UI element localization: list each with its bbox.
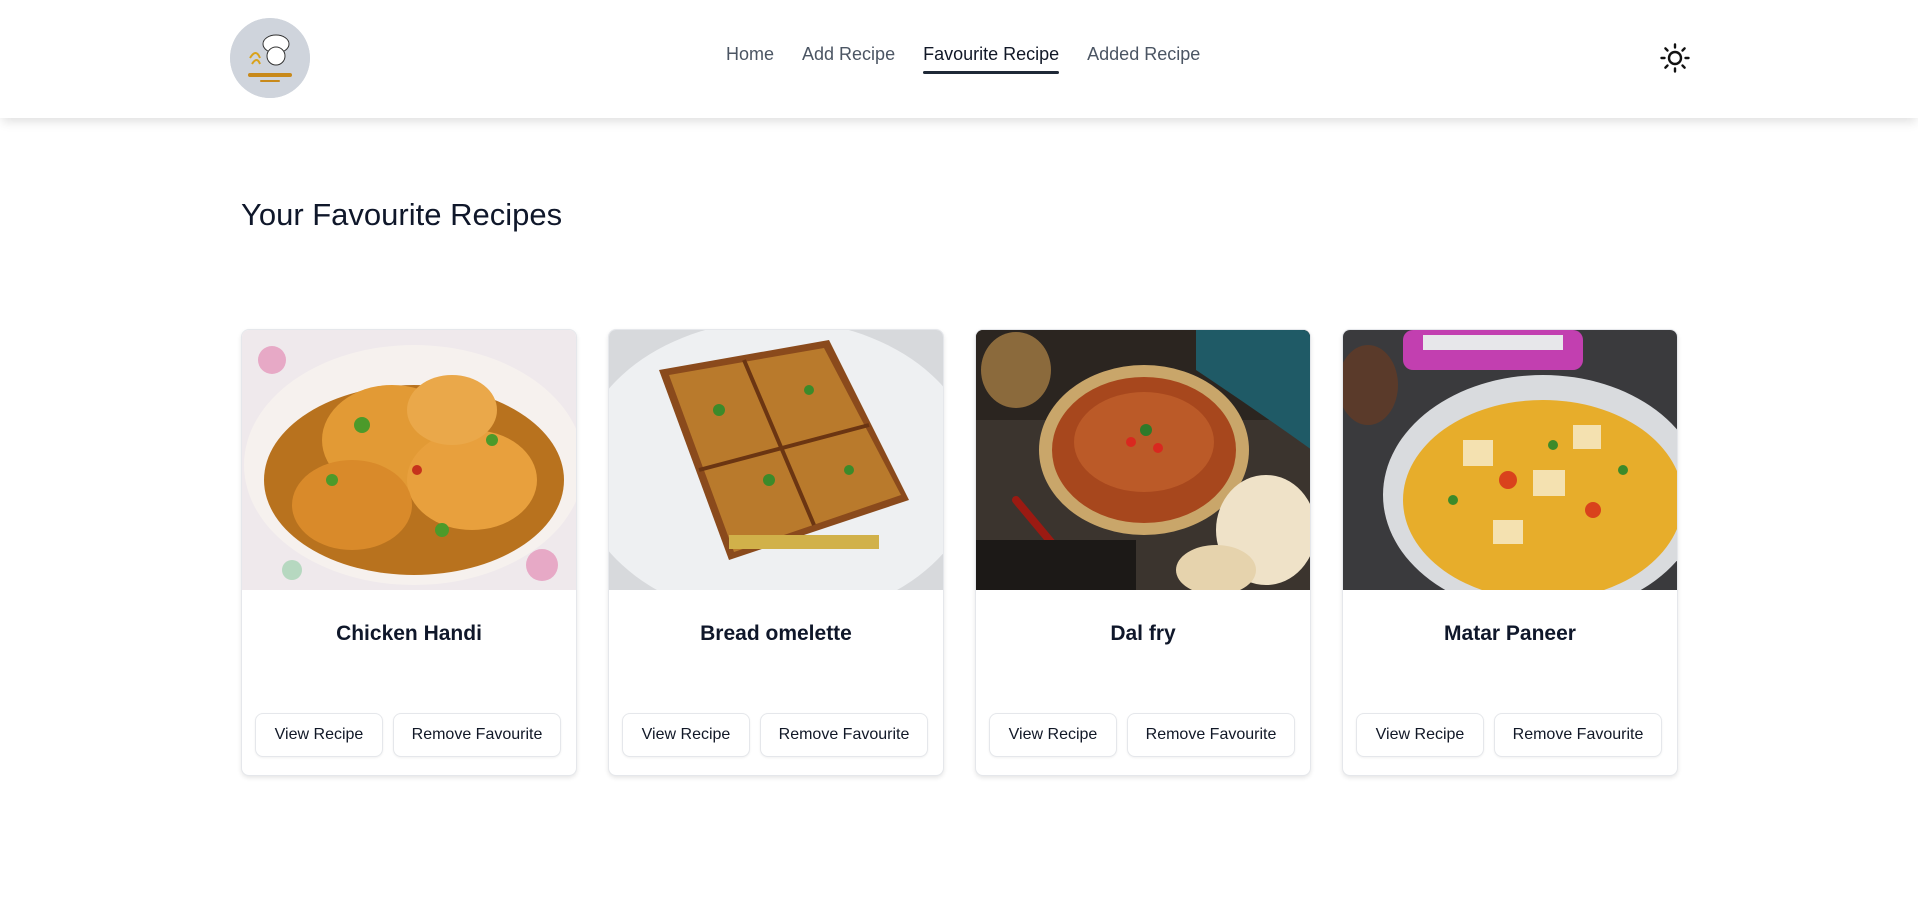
recipe-card: Matar Paneer View Recipe Remove Favourit…: [1342, 329, 1678, 776]
view-recipe-button[interactable]: View Recipe: [255, 713, 383, 757]
remove-favourite-button[interactable]: Remove Favourite: [393, 713, 561, 757]
recipe-card: Dal fry View Recipe Remove Favourite: [975, 329, 1311, 776]
navbar: Home Add Recipe Favourite Recipe Added R…: [0, 0, 1918, 118]
recipe-image[interactable]: [242, 330, 576, 590]
recipe-name: Chicken Handi: [336, 622, 482, 645]
sun-icon: [1660, 43, 1690, 73]
remove-favourite-button[interactable]: Remove Favourite: [1127, 713, 1295, 757]
view-recipe-button[interactable]: View Recipe: [1356, 713, 1484, 757]
recipe-image[interactable]: [976, 330, 1310, 590]
recipe-name: Dal fry: [1110, 622, 1176, 645]
recipe-image[interactable]: [1343, 330, 1677, 590]
theme-toggle-button[interactable]: [1659, 42, 1691, 74]
recipe-card: Bread omelette View Recipe Remove Favour…: [608, 329, 944, 776]
recipe-card-grid: Chicken Handi View Recipe Remove Favouri…: [241, 329, 1678, 776]
page-title: Your Favourite Recipes: [241, 197, 563, 232]
nav-favourite-recipe[interactable]: Favourite Recipe: [923, 44, 1060, 74]
recipe-image[interactable]: [609, 330, 943, 590]
nav-add-recipe[interactable]: Add Recipe: [802, 44, 895, 71]
remove-favourite-button[interactable]: Remove Favourite: [760, 713, 928, 757]
logo[interactable]: [230, 18, 310, 98]
recipe-name: Matar Paneer: [1444, 622, 1576, 645]
remove-favourite-button[interactable]: Remove Favourite: [1494, 713, 1662, 757]
view-recipe-button[interactable]: View Recipe: [622, 713, 750, 757]
recipe-name: Bread omelette: [700, 622, 852, 645]
main-nav: Home Add Recipe Favourite Recipe Added R…: [726, 44, 1200, 74]
nav-added-recipe[interactable]: Added Recipe: [1087, 44, 1200, 71]
recipe-card: Chicken Handi View Recipe Remove Favouri…: [241, 329, 577, 776]
view-recipe-button[interactable]: View Recipe: [989, 713, 1117, 757]
nav-home[interactable]: Home: [726, 44, 774, 71]
